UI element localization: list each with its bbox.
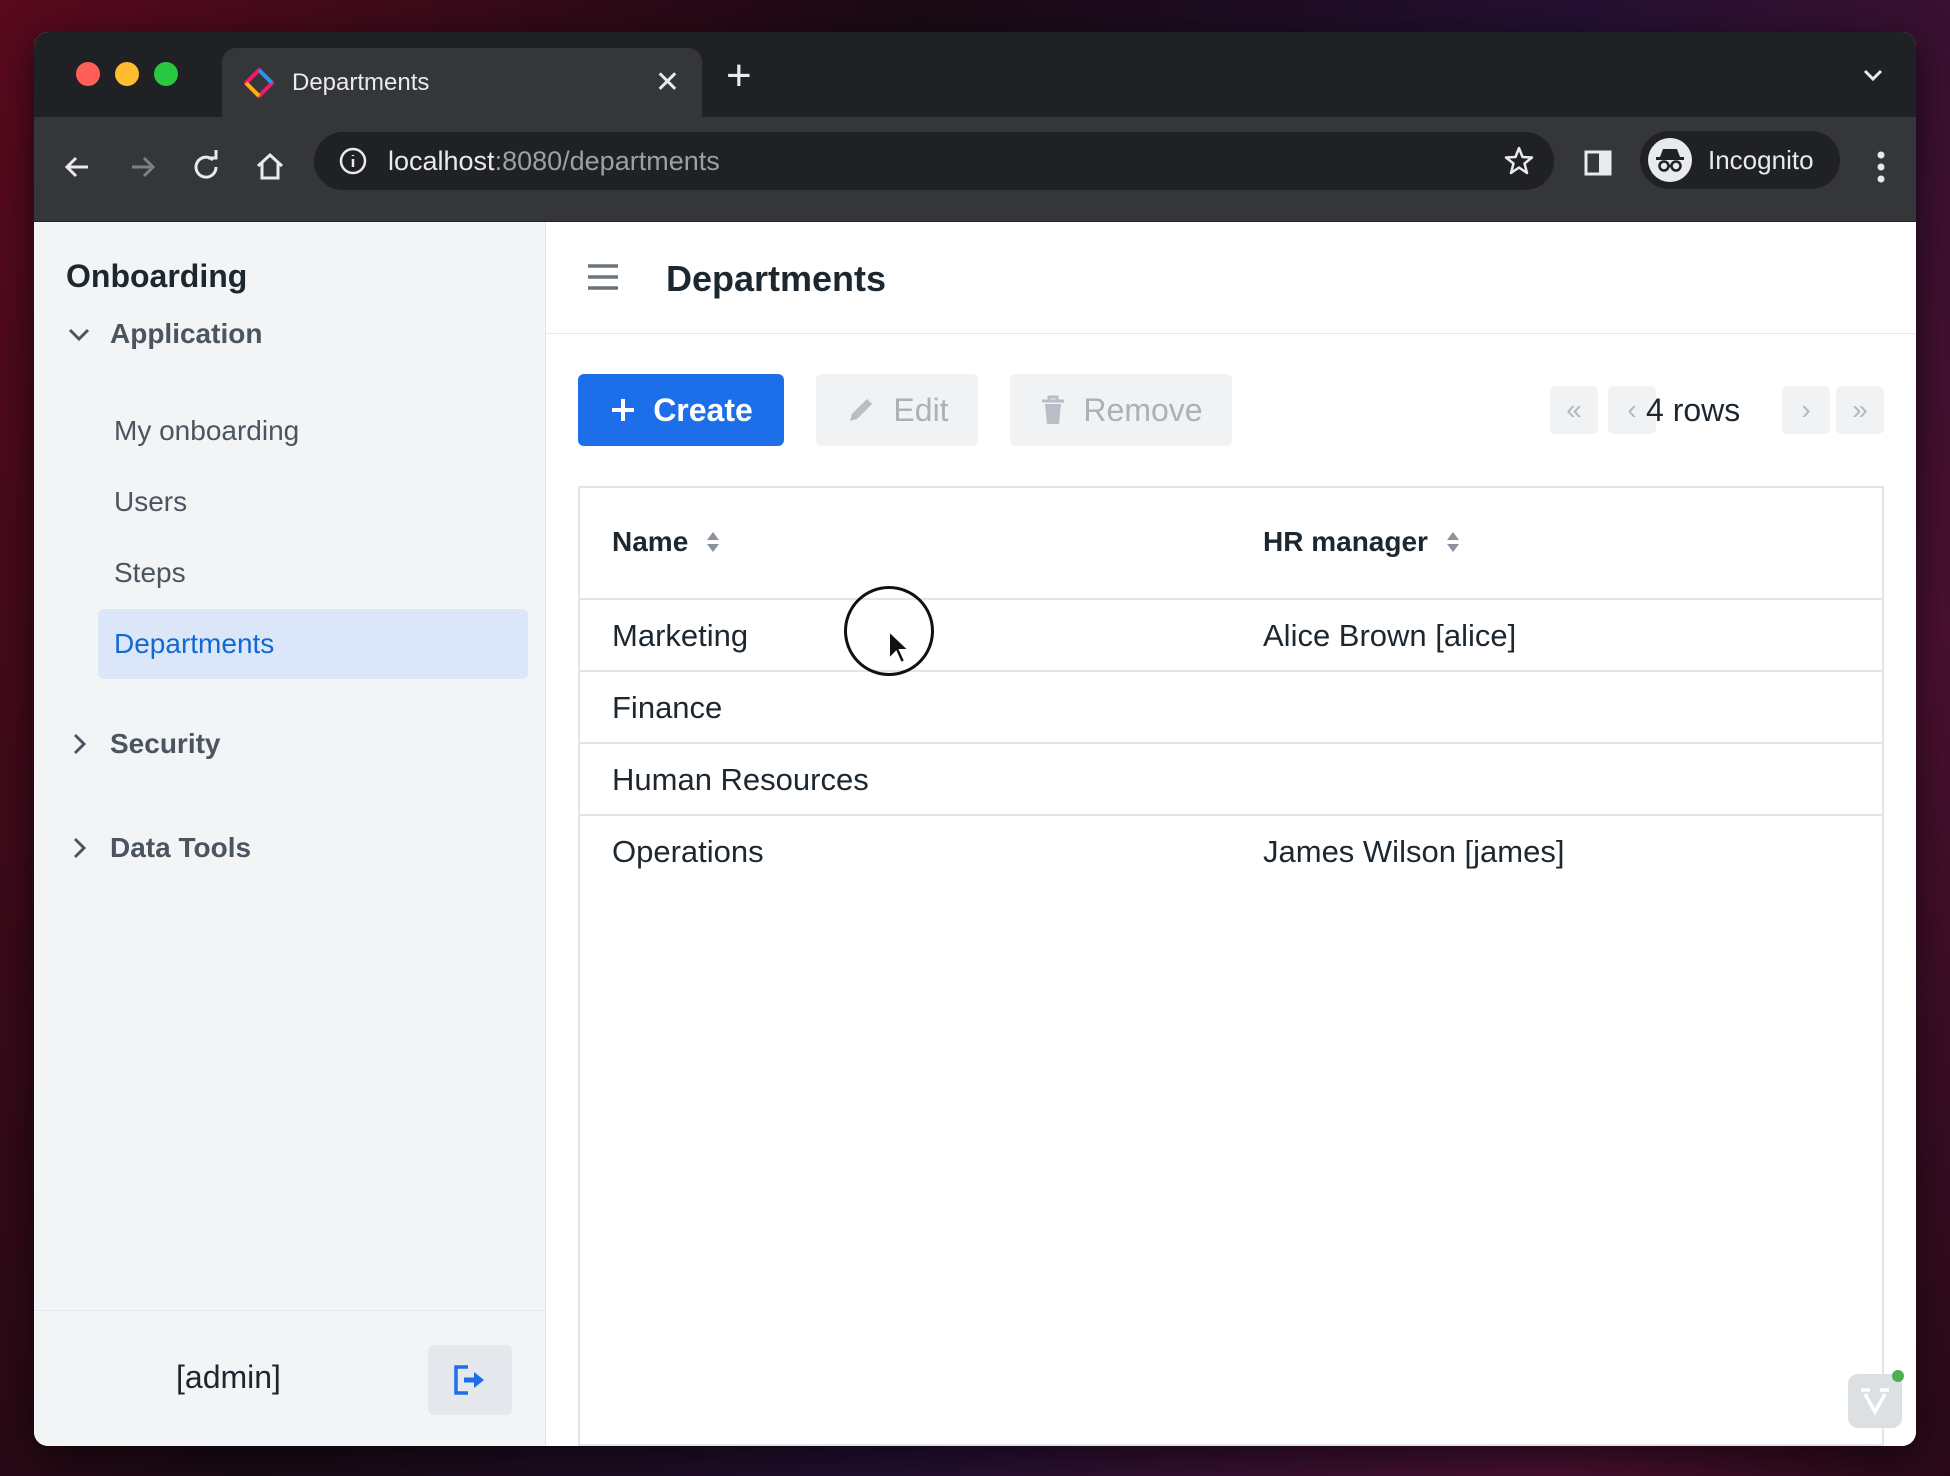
back-arrow-icon[interactable] [58,147,98,187]
nav-group-security[interactable]: Security [64,728,221,760]
sidebar-item-label: My onboarding [114,415,300,446]
star-icon[interactable] [1502,144,1536,178]
cell-hr-manager: James Wilson [james] [1263,834,1565,869]
cell-name: Finance [612,690,723,725]
trash-icon [1042,395,1065,424]
rows-count: 4 rows [1646,392,1741,428]
tab-search-chevron-icon[interactable] [1860,62,1886,88]
column-header-hr-manager[interactable]: HR manager [1263,526,1460,558]
nav-group-label: Data Tools [110,832,252,863]
column-header-label: HR manager [1263,526,1428,557]
sidebar-item-label: Departments [114,628,275,659]
forward-arrow-icon[interactable] [122,147,162,187]
chevron-right-icon [73,733,87,755]
last-page-button[interactable]: » [1836,386,1884,434]
status-dot [1892,1370,1904,1382]
column-header-name[interactable]: Name [612,526,720,558]
departments-grid: Name HR manager Marketing Alice Brown [a… [578,486,1884,1446]
remove-button-label: Remove [1083,391,1203,428]
info-icon[interactable] [338,146,368,176]
incognito-label: Incognito [1708,144,1814,175]
pencil-icon [850,399,873,421]
nav-group-label: Application [110,318,263,349]
chevron-down-icon [68,328,90,342]
current-user-label: [admin] [176,1359,281,1395]
home-icon[interactable] [250,147,290,187]
address-bar[interactable]: localhost:8080/departments [314,132,1554,190]
app-layout: Onboarding Application My onboarding Use… [34,222,1916,1446]
table-row[interactable]: Human Resources [580,744,1882,816]
plus-icon [612,399,635,421]
cell-hr-manager: Alice Brown [alice] [1263,618,1517,653]
incognito-icon [1648,138,1692,182]
browser-tab[interactable]: Departments ✕ [222,48,702,117]
logout-button[interactable] [428,1345,512,1415]
first-page-button[interactable]: « [1550,386,1598,434]
sidebar: Onboarding Application My onboarding Use… [34,222,546,1446]
nav-group-application[interactable]: Application [64,318,262,350]
browser-toolbar: localhost:8080/departments Incognito [34,117,1916,222]
minimize-window-button[interactable] [115,62,139,86]
create-button[interactable]: Create [578,374,784,446]
grid-header: Name HR manager [580,488,1882,600]
sidebar-item-label: Users [114,486,188,517]
table-row[interactable]: Marketing Alice Brown [alice] [580,600,1882,672]
cell-name: Human Resources [612,762,869,797]
incognito-profile[interactable]: Incognito [1640,131,1840,189]
edit-button[interactable]: Edit [816,374,978,446]
new-tab-button[interactable]: + [726,54,752,98]
vaadin-logo-icon [1861,1388,1889,1416]
remove-button[interactable]: Remove [1010,374,1232,446]
create-button-label: Create [653,391,753,428]
close-window-button[interactable] [76,62,100,86]
table-row[interactable]: Finance [580,672,1882,744]
page-header: Departments [546,222,1916,334]
column-header-label: Name [612,526,689,557]
sort-icon[interactable] [706,530,720,554]
main-content: Departments Create Edit Remove « ‹ 4 row… [546,222,1916,1446]
nav-group-label: Security [110,728,221,759]
sidebar-item-steps[interactable]: Steps [98,538,528,608]
next-page-button[interactable]: › [1782,386,1830,434]
close-tab-icon[interactable]: ✕ [655,67,680,98]
table-row[interactable]: Operations James Wilson [james] [580,816,1882,888]
chevron-right-icon [73,837,87,859]
kebab-menu-icon[interactable] [1876,147,1886,187]
logout-icon [454,1365,484,1395]
app-favicon-icon [244,67,274,98]
cell-name: Marketing [612,618,749,653]
url-host: localhost [388,145,495,176]
browser-window: Departments ✕ + localhost:8080/departmen… [34,32,1916,1446]
dev-tools-badge[interactable] [1848,1370,1904,1428]
tab-title: Departments [292,68,430,96]
nav-group-data-tools[interactable]: Data Tools [64,832,251,864]
tab-strip: Departments ✕ + [34,32,1916,117]
sidebar-item-my-onboarding[interactable]: My onboarding [98,396,528,466]
side-panel-icon[interactable] [1582,147,1614,179]
maximize-window-button[interactable] [154,62,178,86]
edit-button-label: Edit [893,391,949,428]
sidebar-item-label: Steps [114,557,186,588]
reload-icon[interactable] [186,147,226,187]
click-indicator [844,586,934,676]
sidebar-footer: [admin] [34,1310,545,1446]
app-title: Onboarding [66,258,248,294]
page-title: Departments [666,258,887,299]
mouse-cursor-icon [888,629,912,665]
sort-icon[interactable] [1446,530,1460,554]
cell-name: Operations [612,834,764,869]
window-controls [76,62,178,86]
hamburger-icon[interactable] [586,262,620,292]
url-path: :8080/departments [494,145,720,176]
sidebar-item-users[interactable]: Users [98,467,528,537]
sidebar-item-departments[interactable]: Departments [98,609,528,679]
